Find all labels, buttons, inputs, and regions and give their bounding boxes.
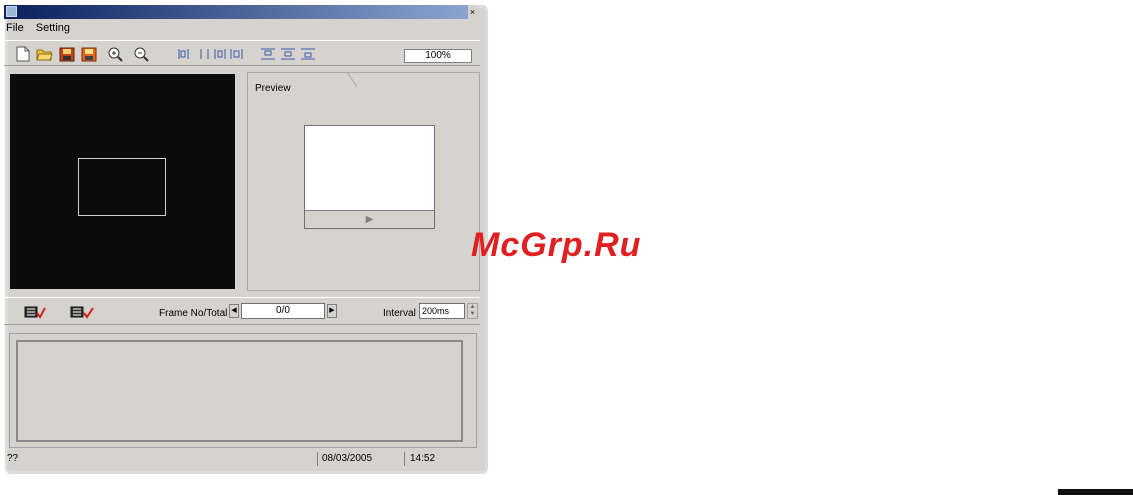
title-bar[interactable]: × bbox=[4, 5, 477, 19]
align-top-icon[interactable] bbox=[259, 46, 276, 62]
zoom-in-icon[interactable] bbox=[106, 46, 123, 62]
page-corner-bar bbox=[1058, 489, 1133, 495]
save-icon[interactable] bbox=[58, 46, 75, 62]
app-icon bbox=[6, 6, 17, 17]
menu-file[interactable]: File bbox=[6, 22, 24, 34]
align-right-icon[interactable] bbox=[212, 46, 229, 62]
open-folder-icon[interactable] bbox=[36, 46, 53, 62]
toolbar: 100% bbox=[4, 40, 480, 66]
interval-label: Interval bbox=[383, 308, 416, 319]
status-separator bbox=[317, 452, 318, 466]
selection-frame[interactable] bbox=[78, 158, 166, 216]
add-frame-icon[interactable] bbox=[24, 305, 46, 322]
align-distribute-icon[interactable] bbox=[228, 46, 245, 62]
menu-setting[interactable]: Setting bbox=[36, 22, 70, 34]
preview-panel: Preview ▶ bbox=[247, 72, 480, 291]
align-middle-icon[interactable] bbox=[279, 46, 296, 62]
align-bottom-icon[interactable] bbox=[299, 46, 316, 62]
frame-control-bar: Frame No/Total ◀ 0/0 ▶ Interval 200ms ▲ ▼ bbox=[4, 297, 480, 325]
zoom-field[interactable]: 100% bbox=[404, 49, 472, 63]
status-time: 14:52 bbox=[410, 453, 436, 464]
edit-canvas[interactable] bbox=[10, 74, 235, 289]
zoom-out-icon[interactable] bbox=[132, 46, 149, 62]
frame-label: Frame No/Total bbox=[159, 308, 228, 319]
watermark-text: McGrp.Ru bbox=[471, 226, 642, 264]
play-button[interactable]: ▶ bbox=[305, 210, 434, 228]
prev-frame-button[interactable]: ◀ bbox=[229, 304, 239, 318]
frame-number-field[interactable]: 0/0 bbox=[241, 303, 325, 319]
status-date: 08/03/2005 bbox=[322, 453, 373, 464]
status-bar: ?? 08/03/2005 14:52 bbox=[4, 452, 480, 466]
preview-tab-label: Preview bbox=[255, 83, 291, 94]
align-center-icon[interactable] bbox=[196, 46, 213, 62]
interval-spinner[interactable]: ▲ ▼ bbox=[467, 303, 478, 319]
log-area[interactable] bbox=[16, 340, 463, 442]
delete-frame-icon[interactable] bbox=[70, 305, 94, 322]
menu-bar: File Setting bbox=[6, 22, 79, 36]
next-frame-button[interactable]: ▶ bbox=[327, 304, 337, 318]
align-left-icon[interactable] bbox=[176, 46, 193, 62]
play-icon: ▶ bbox=[365, 214, 374, 225]
new-file-icon[interactable] bbox=[14, 46, 31, 62]
save-as-icon[interactable] bbox=[80, 46, 97, 62]
preview-screen: ▶ bbox=[304, 125, 435, 229]
status-text: ?? bbox=[7, 453, 19, 464]
status-separator bbox=[404, 452, 405, 466]
close-icon[interactable]: × bbox=[468, 5, 477, 19]
interval-field[interactable]: 200ms bbox=[419, 303, 465, 319]
